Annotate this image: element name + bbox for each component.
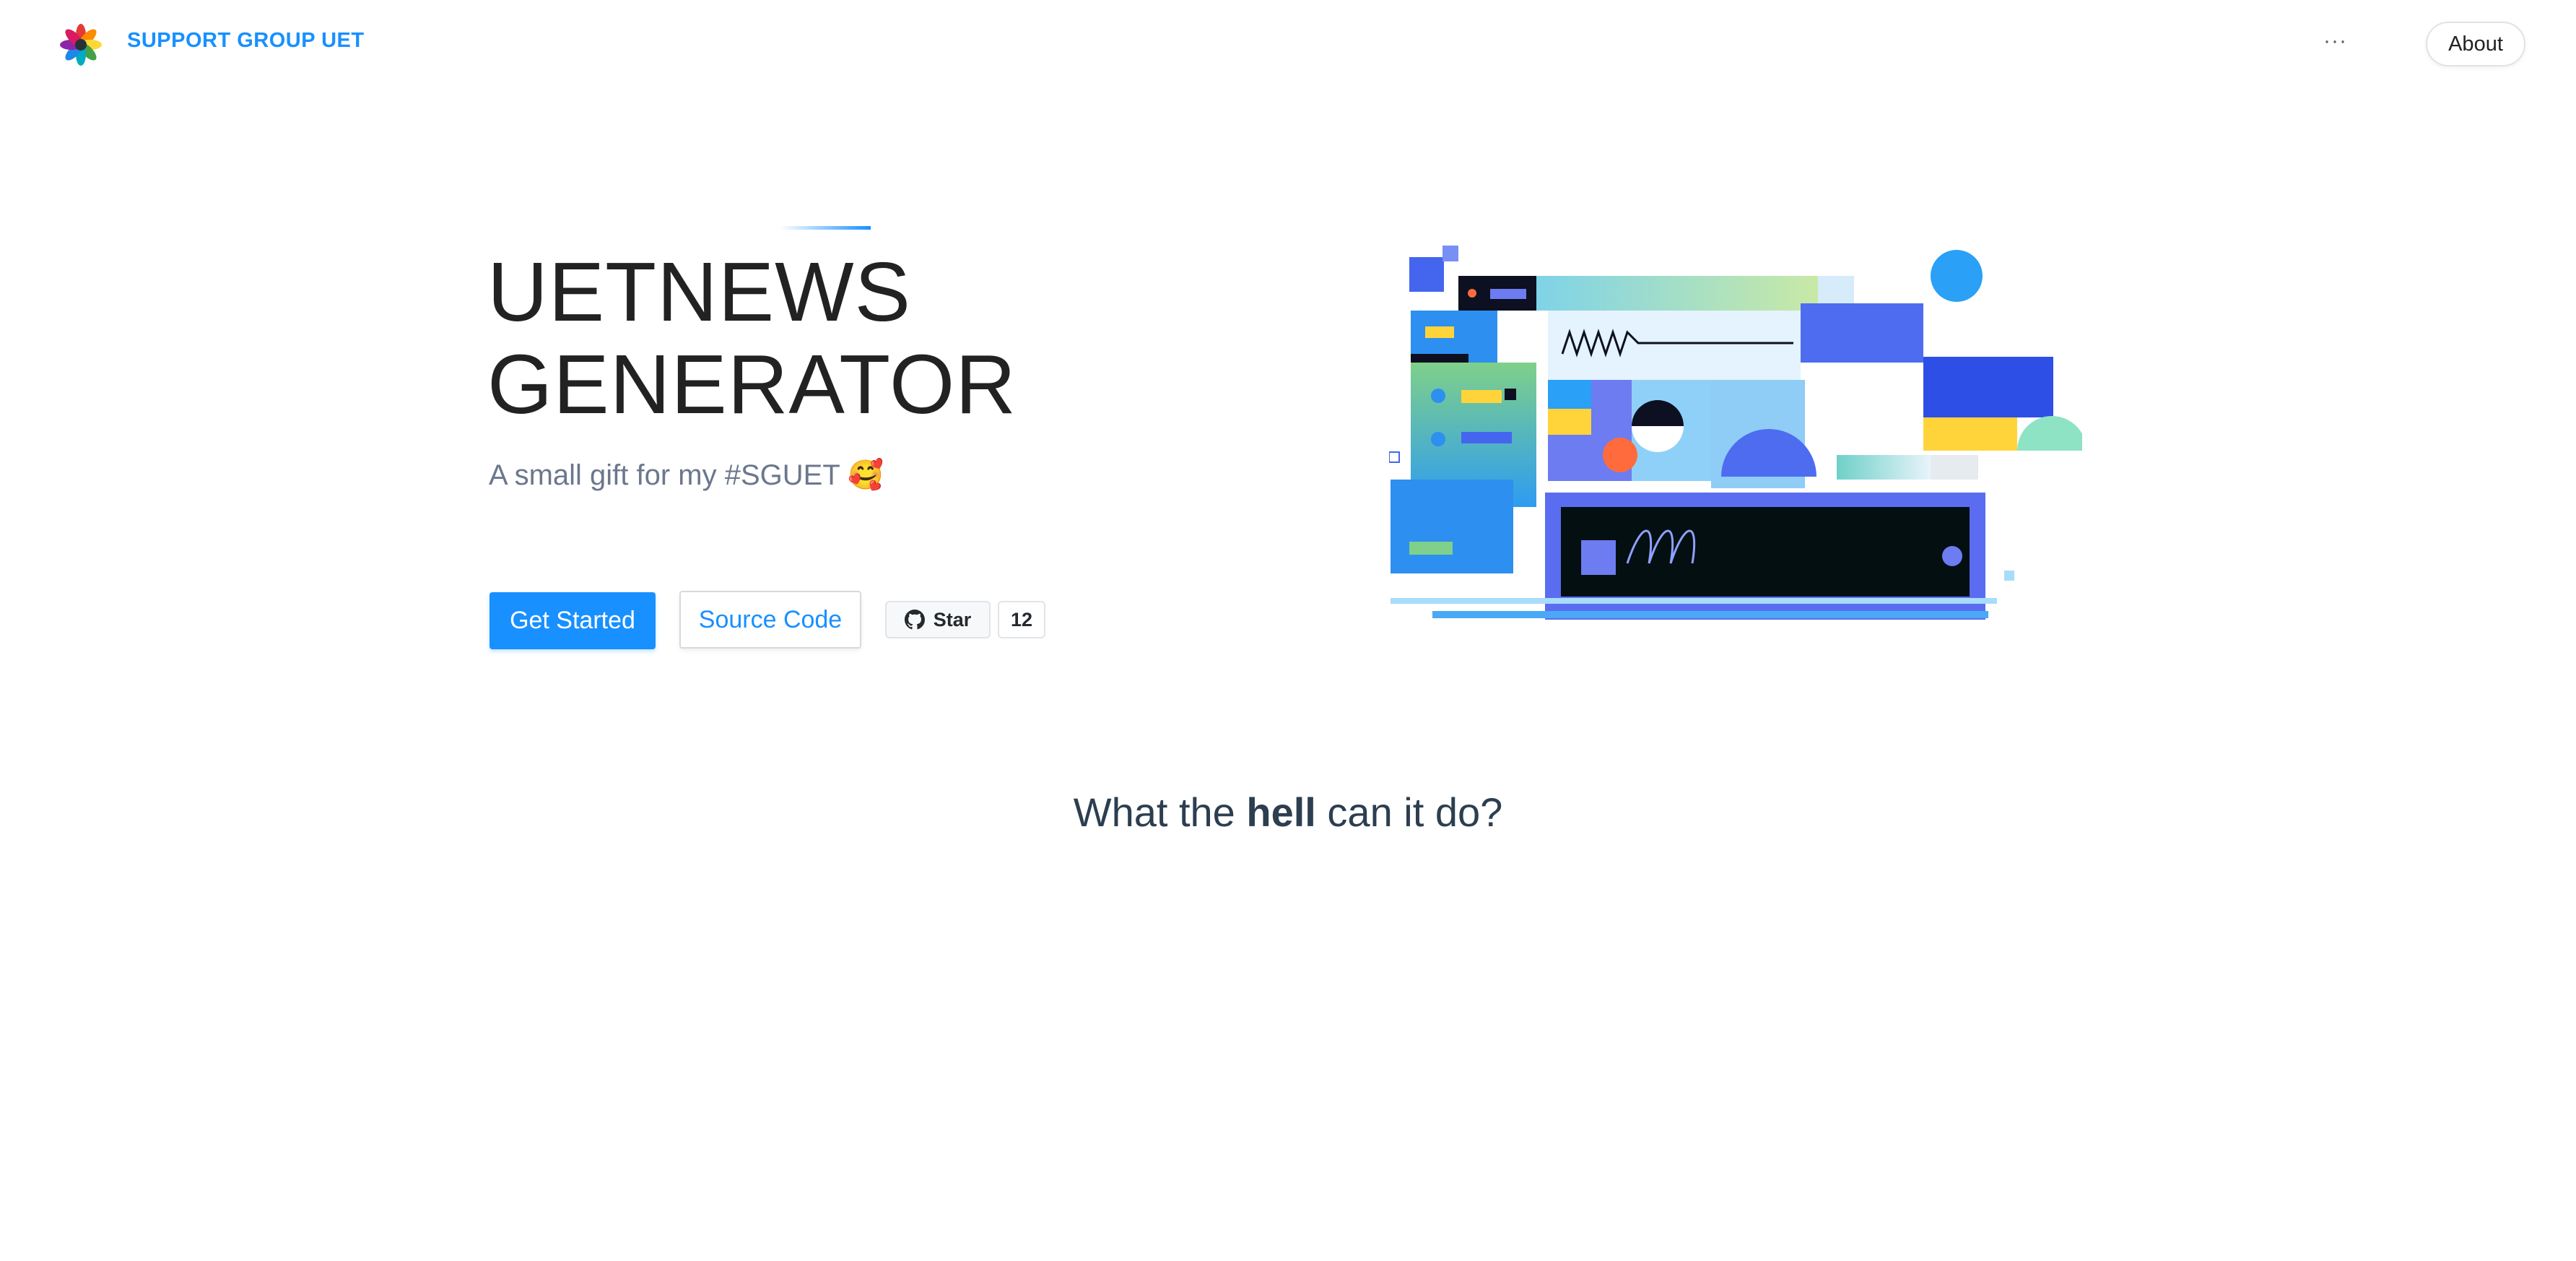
brand-name[interactable]: SUPPORT GROUP UET: [127, 29, 365, 53]
hero-title-line-1: UETNEWS: [487, 245, 911, 339]
hero-title: UETNEWS GENERATOR: [487, 246, 1137, 430]
source-code-button[interactable]: Source Code: [679, 591, 861, 649]
title-accent-line: [780, 226, 871, 230]
features-heading: What the hell can it do?: [0, 789, 2576, 836]
top-navbar: SUPPORT GROUP UET ··· About: [0, 0, 2576, 88]
flower-logo-icon[interactable]: [58, 22, 104, 68]
github-star-count[interactable]: 12: [998, 601, 1045, 638]
get-started-button[interactable]: Get Started: [489, 592, 656, 649]
github-star-button[interactable]: Star: [885, 601, 991, 638]
more-menu-button[interactable]: ···: [2323, 29, 2347, 53]
hero-subtitle: A small gift for my #SGUET 🥰: [489, 459, 884, 491]
features-heading-end: can it do?: [1327, 789, 1503, 835]
hero-illustration: [1389, 246, 2082, 620]
features-heading-start: What the: [1073, 789, 1235, 835]
github-star-label: Star: [933, 608, 972, 630]
hero-title-line-2: GENERATOR: [487, 337, 1017, 431]
github-icon: [904, 610, 925, 630]
features-heading-bold: hell: [1246, 789, 1316, 835]
about-button[interactable]: About: [2426, 22, 2525, 66]
